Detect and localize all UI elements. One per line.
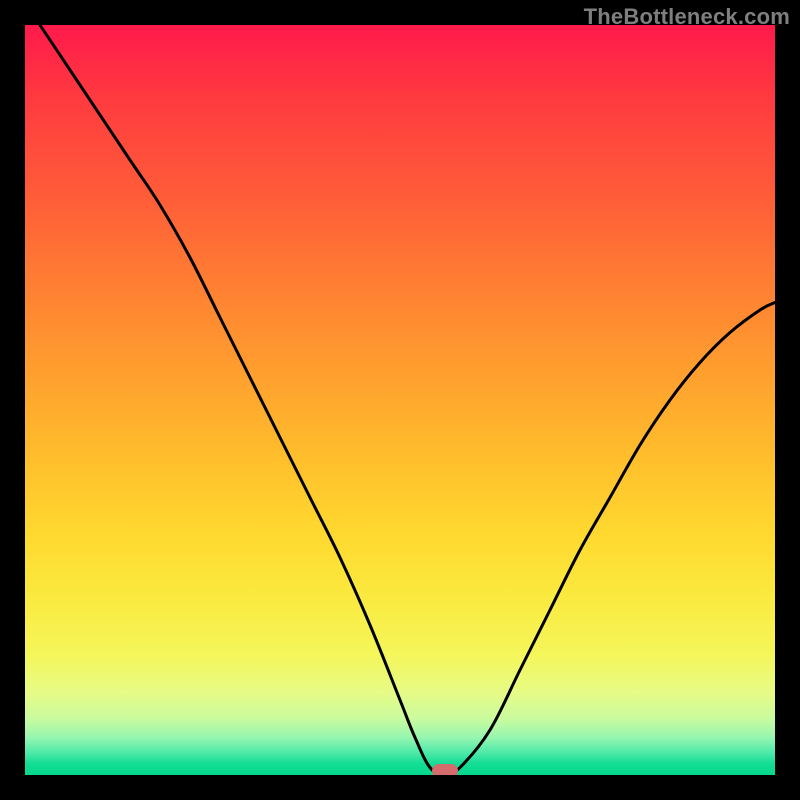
bottleneck-curve: [25, 25, 775, 775]
chart-frame: TheBottleneck.com: [0, 0, 800, 800]
watermark-text: TheBottleneck.com: [584, 4, 790, 30]
optimum-marker: [432, 764, 458, 776]
plot-area: [25, 25, 775, 775]
curve-path: [40, 25, 775, 775]
